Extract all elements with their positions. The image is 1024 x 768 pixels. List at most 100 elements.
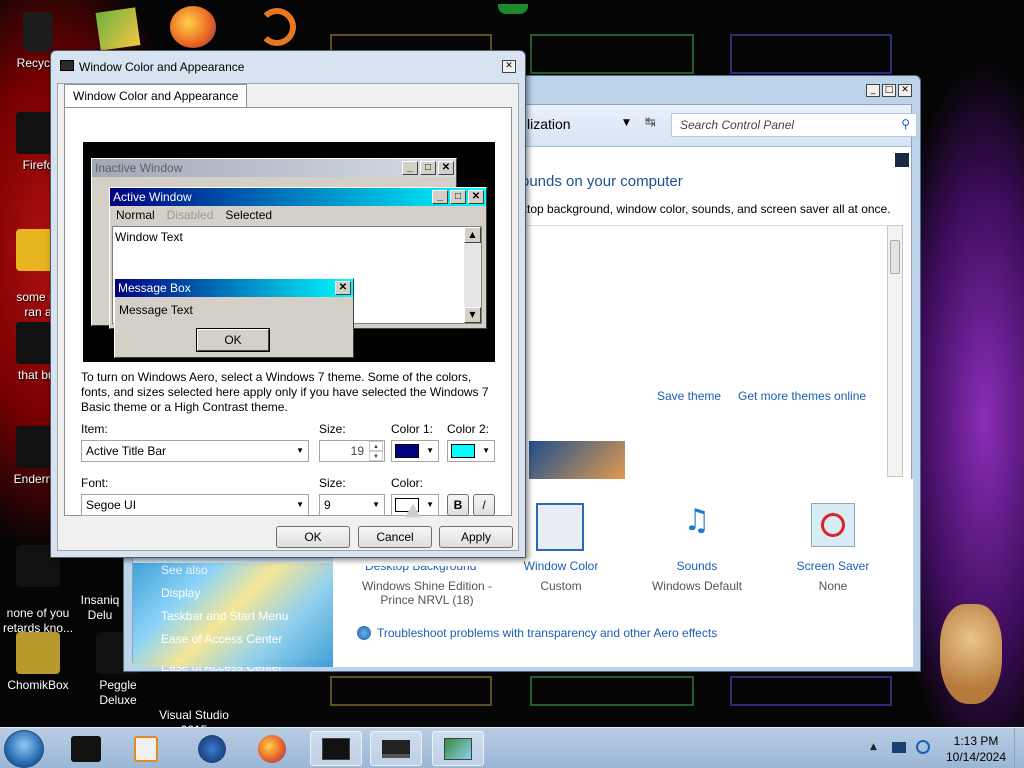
color1-swatch [395, 444, 419, 458]
taskbar-window-color-icon[interactable] [432, 731, 484, 766]
help-icon[interactable] [895, 153, 909, 167]
dialog-title: Window Color and Appearance [79, 60, 245, 74]
link-display[interactable]: Display [161, 586, 200, 600]
close-icon: ✕ [438, 161, 454, 175]
shield-icon [357, 626, 371, 640]
message-text: Message Text [119, 303, 193, 317]
color2-picker[interactable]: ▼ [447, 440, 495, 462]
tray-display-icon[interactable] [892, 742, 906, 753]
screen-saver-label[interactable]: Screen Saver [791, 559, 875, 573]
chevron-down-icon: ▼ [482, 446, 490, 455]
troubleshoot-link[interactable]: Troubleshoot problems with transparency … [377, 626, 717, 640]
theme-scrollbar[interactable] [887, 225, 903, 477]
close-icon: ✕ [468, 190, 484, 204]
background-tile [530, 676, 694, 706]
tab-window-color[interactable]: Window Color and Appearance [64, 84, 248, 108]
color2-swatch [451, 444, 475, 458]
active-title-text: Active Window [113, 190, 192, 204]
dialog-body: Window Color and Appearance Inactive Win… [57, 83, 519, 551]
get-more-themes-link[interactable]: Get more themes online [738, 389, 866, 403]
window-color-label[interactable]: Window Color [523, 559, 599, 573]
close-icon[interactable]: ✕ [502, 60, 516, 73]
close-icon[interactable]: ✕ [898, 84, 912, 97]
taskbar-media-player-icon[interactable] [120, 731, 172, 766]
scroll-thumb[interactable] [890, 240, 900, 274]
link-ease-of-access[interactable]: Ease of Access Center [161, 632, 282, 646]
recycle-bin-icon [23, 12, 53, 52]
taskbar-display-icon[interactable] [370, 731, 422, 766]
minimize-icon: _ [402, 161, 418, 175]
start-button-icon[interactable] [4, 730, 44, 768]
color2-label: Color 2: [447, 422, 490, 436]
app-shortcut-icon[interactable] [95, 7, 141, 51]
clock-date[interactable]: 10/14/2024 [940, 750, 1012, 764]
sounds-icon[interactable]: ♫ [673, 503, 721, 551]
sounds-label[interactable]: Sounds [655, 559, 739, 573]
maximize-icon[interactable]: □ [882, 84, 896, 97]
search-input[interactable]: Search Control Panel ⚲ [671, 113, 917, 137]
breadcrumb-dropdown-icon[interactable]: ▼ [623, 118, 630, 128]
breadcrumb[interactable]: lization [527, 116, 571, 132]
taskbar-firefox-icon[interactable] [246, 731, 298, 766]
chomikbox-icon [16, 632, 60, 674]
top-glow-icon [498, 4, 528, 14]
save-theme-link[interactable]: Save theme [657, 389, 721, 403]
tray-chevron-icon[interactable]: ▲ [870, 742, 877, 752]
preview-scrollbar: ▲ ▼ [464, 227, 481, 323]
background-tile [530, 34, 694, 74]
minimize-icon: _ [432, 190, 448, 204]
theme-list[interactable] [521, 225, 903, 475]
appearance-preview: Inactive Window _ □ ✕ Active Window _ □ [83, 142, 495, 362]
active-title-bar: Active Window _ □ ✕ [110, 188, 486, 206]
message-box-title-bar: Message Box ✕ [115, 279, 353, 297]
font-size-value: 9 [324, 498, 331, 512]
see-also-heading: See also [161, 563, 208, 577]
tray-network-icon[interactable] [916, 740, 930, 754]
menu-normal: Normal [116, 208, 155, 222]
screen-saver-icon[interactable] [811, 503, 855, 547]
spin-up-icon[interactable]: ▲ [369, 441, 383, 451]
message-box-title: Message Box [118, 281, 191, 295]
size-label: Size: [319, 422, 346, 436]
chevron-down-icon: ▼ [426, 500, 434, 509]
page-subtitle: ktop background, window color, sounds, a… [521, 202, 891, 216]
desktop-icon-chomikbox[interactable]: ChomikBox [0, 632, 76, 693]
dialog-app-icon [60, 60, 74, 71]
window-color-icon[interactable] [536, 503, 584, 551]
search-placeholder: Search Control Panel [680, 118, 795, 132]
apply-button[interactable]: Apply [439, 526, 513, 548]
font-select[interactable]: Segoe UI ▼ [81, 494, 309, 516]
search-icon[interactable]: ⚲ [901, 117, 910, 131]
window-caption-buttons: _ □ ✕ [866, 84, 912, 97]
hamster-gadget-icon [940, 604, 1002, 704]
info-text: To turn on Windows Aero, select a Window… [81, 370, 489, 414]
link-taskbar[interactable]: Taskbar and Start Menu [161, 609, 288, 623]
clock-time[interactable]: 1:13 PM [940, 734, 1012, 748]
chevron-down-icon: ▼ [372, 500, 380, 509]
show-desktop-button[interactable] [1014, 728, 1024, 768]
item-label: Item: [81, 422, 108, 436]
italic-button[interactable]: / [473, 494, 495, 516]
window-text: Window Text [115, 230, 183, 244]
spin-down-icon[interactable]: ▼ [369, 451, 383, 461]
background-tile [330, 676, 492, 706]
tab-panel: Inactive Window _ □ ✕ Active Window _ □ [64, 107, 512, 516]
taskbar-globe-icon[interactable] [186, 731, 238, 766]
minimize-icon[interactable]: _ [866, 84, 880, 97]
cancel-button[interactable]: Cancel [358, 526, 432, 548]
color1-picker[interactable]: ▼ [391, 440, 439, 462]
menu-selected: Selected [225, 208, 273, 222]
taskbar-explorer-icon[interactable] [60, 731, 112, 766]
scroll-up-icon: ▲ [464, 227, 481, 243]
refresh-icon[interactable]: ↹ [645, 115, 656, 130]
desktop-icon-insaniq[interactable]: Insaniq Delu [70, 544, 130, 638]
size-spinner[interactable]: 19 ▲ ▼ [319, 440, 385, 462]
bold-button[interactable]: B [447, 494, 469, 516]
ok-button[interactable]: OK [276, 526, 350, 548]
font-size-select[interactable]: 9 ▼ [319, 494, 385, 516]
taskbar-personalization-icon[interactable] [310, 731, 362, 766]
firefox-shortcut-icon[interactable] [170, 6, 216, 48]
item-select[interactable]: Active Title Bar ▼ [81, 440, 309, 462]
ring-app-icon[interactable] [258, 8, 296, 46]
window-color-dialog: Window Color and Appearance ✕ Window Col… [50, 50, 526, 558]
